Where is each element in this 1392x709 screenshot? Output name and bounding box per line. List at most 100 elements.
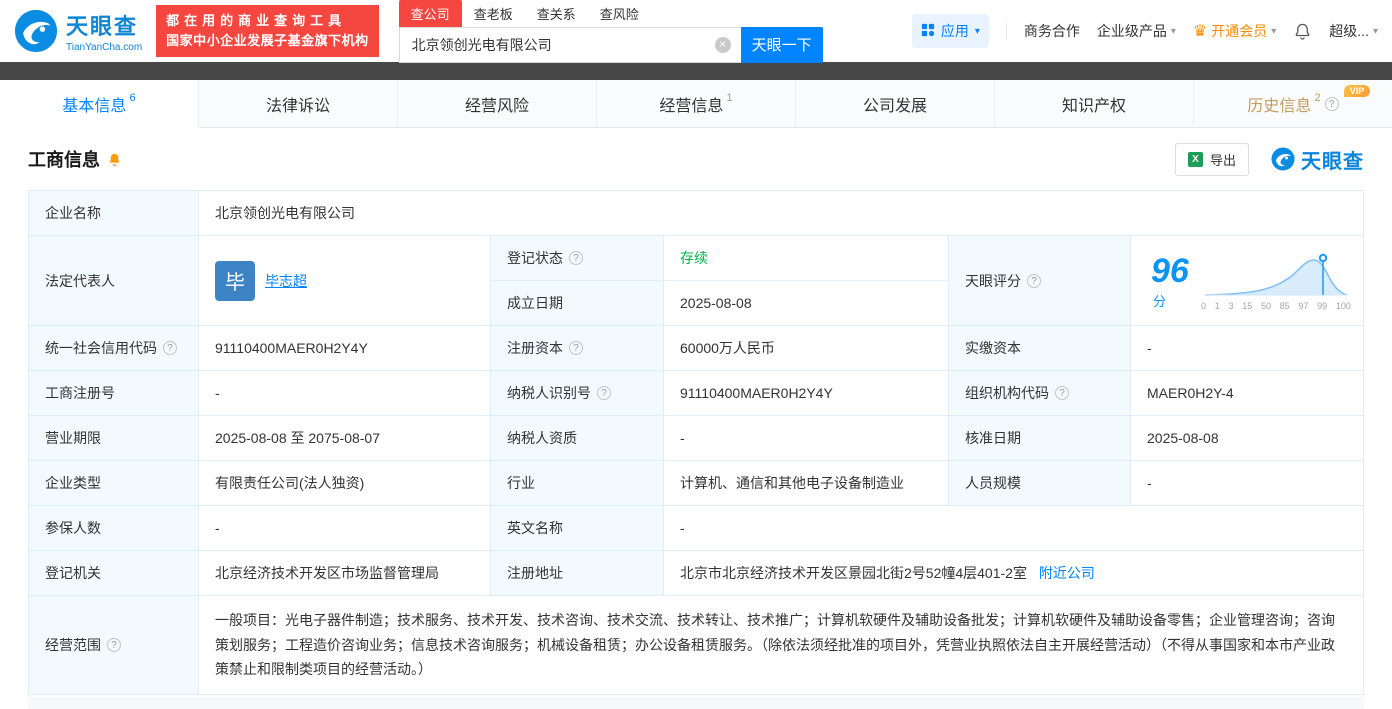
score-axis-ticks: 01 3 15 50 85 97 99 100 bbox=[1201, 300, 1351, 311]
table-row: 企业名称 北京领创光电有限公司 bbox=[28, 190, 1364, 236]
slogan-line1: 都在用的商业查询工具 bbox=[166, 12, 347, 28]
field-label: 行业 bbox=[490, 460, 664, 506]
menu-cooperation[interactable]: 商务合作 bbox=[1024, 21, 1080, 41]
field-label: 纳税人识别号 bbox=[490, 370, 664, 416]
field-label: 英文名称 bbox=[490, 505, 664, 551]
org-code-value: MAER0H2Y-4 bbox=[1130, 370, 1364, 416]
help-icon[interactable] bbox=[163, 341, 177, 355]
bell-icon bbox=[1295, 23, 1310, 40]
reg-address-value: 北京市北京经济技术开发区景园北街2号52幢4层401-2室 bbox=[680, 565, 1027, 581]
credit-code-value: 91110400MAER0H2Y4Y bbox=[198, 325, 491, 371]
section-title: 工商信息 bbox=[28, 150, 100, 170]
tab-basic-info[interactable]: 基本信息 6 bbox=[0, 80, 199, 128]
table-row: 企业类型 有限责任公司(法人独资) 行业 计算机、通信和其他电子设备制造业 人员… bbox=[28, 460, 1364, 506]
help-icon[interactable] bbox=[569, 341, 583, 355]
next-section-strip bbox=[28, 696, 1364, 709]
menu-open-vip[interactable]: 开通会员 bbox=[1193, 21, 1276, 41]
field-label: 成立日期 bbox=[490, 280, 664, 326]
field-label: 统一社会信用代码 bbox=[28, 325, 199, 371]
company-name-value: 北京领创光电有限公司 bbox=[198, 190, 1364, 236]
top-bar: 天眼查 TianYanCha.com 都在用的商业查询工具 国家中小企业发展子基… bbox=[0, 0, 1392, 63]
help-icon[interactable] bbox=[107, 637, 121, 652]
subscribe-bell-icon[interactable] bbox=[107, 152, 122, 167]
field-label: 实缴资本 bbox=[948, 325, 1131, 371]
search-input[interactable] bbox=[398, 26, 741, 63]
tab-company-development[interactable]: 公司发展 bbox=[796, 80, 995, 127]
field-label: 工商注册号 bbox=[28, 370, 199, 416]
tab-intellectual-property[interactable]: 知识产权 bbox=[995, 80, 1194, 127]
search-button[interactable]: 天眼一下 bbox=[740, 26, 823, 63]
establish-date-value: 2025-08-08 bbox=[663, 280, 949, 326]
staff-size-value: - bbox=[1130, 460, 1364, 506]
slogan-badge: 都在用的商业查询工具 国家中小企业发展子基金旗下机构 bbox=[156, 4, 379, 58]
taxpayer-no-value: 91110400MAER0H2Y4Y bbox=[663, 370, 949, 416]
field-label: 法定代表人 bbox=[28, 235, 199, 326]
apps-menu[interactable]: 应用 bbox=[911, 14, 989, 48]
apps-grid-icon bbox=[921, 23, 935, 40]
company-type-value: 有限责任公司(法人独资) bbox=[198, 460, 491, 506]
search-tab-risk[interactable]: 查风险 bbox=[588, 0, 651, 27]
tab-history-info[interactable]: VIP 历史信息 2 bbox=[1194, 80, 1392, 127]
tianyancha-logo[interactable]: 天眼查 TianYanCha.com bbox=[14, 9, 142, 53]
table-row: 登记机关 北京经济技术开发区市场监督管理局 注册地址 北京市北京经济技术开发区景… bbox=[28, 550, 1364, 596]
field-label: 注册地址 bbox=[490, 550, 664, 596]
score-cell: 96分 01 3 15 50 85 97 99 100 bbox=[1130, 235, 1364, 326]
tab-operation-info[interactable]: 经营信息 1 bbox=[597, 80, 796, 127]
chevron-down-icon bbox=[1373, 26, 1378, 37]
table-row: 统一社会信用代码 91110400MAER0H2Y4Y 注册资本 60000万人… bbox=[28, 325, 1364, 371]
section-header: 工商信息 导出 天眼查 bbox=[28, 128, 1364, 190]
excel-icon bbox=[1187, 151, 1203, 167]
avatar[interactable]: 毕 bbox=[215, 260, 255, 301]
field-label: 登记机关 bbox=[28, 550, 199, 596]
field-label: 天眼评分 bbox=[948, 235, 1131, 326]
search-tab-boss[interactable]: 查老板 bbox=[462, 0, 525, 27]
crown-icon bbox=[1193, 21, 1207, 41]
tianyancha-logo-icon bbox=[14, 9, 58, 53]
clear-input-icon[interactable] bbox=[714, 36, 731, 53]
watermark-brand: 天眼查 bbox=[1271, 145, 1364, 174]
search-tabs: 查公司 查老板 查关系 查风险 bbox=[398, 0, 823, 27]
reg-no-value: - bbox=[198, 370, 491, 416]
field-label: 营业期限 bbox=[28, 415, 199, 461]
help-icon[interactable] bbox=[1324, 96, 1339, 111]
help-icon[interactable] bbox=[597, 386, 611, 400]
export-button[interactable]: 导出 bbox=[1174, 142, 1249, 176]
score-value: 96分 bbox=[1151, 251, 1189, 309]
help-icon[interactable] bbox=[1055, 386, 1069, 400]
chevron-down-icon bbox=[1171, 26, 1176, 37]
help-icon[interactable] bbox=[1027, 273, 1041, 288]
notification-bell[interactable] bbox=[1293, 22, 1312, 41]
reg-authority-value: 北京经济技术开发区市场监督管理局 bbox=[198, 550, 491, 596]
tab-operation-risk[interactable]: 经营风险 bbox=[398, 80, 597, 127]
score-curve-icon bbox=[1204, 253, 1348, 296]
field-label: 登记状态 bbox=[490, 235, 664, 281]
field-label: 核准日期 bbox=[948, 415, 1131, 461]
vip-badge: VIP bbox=[1343, 85, 1371, 97]
field-label: 人员规模 bbox=[948, 460, 1131, 506]
tianyancha-brand-icon bbox=[1271, 147, 1295, 171]
field-label: 组织机构代码 bbox=[948, 370, 1131, 416]
business-term-value: 2025-08-08 至 2075-08-07 bbox=[198, 415, 491, 461]
tab-legal-litigation[interactable]: 法律诉讼 bbox=[199, 80, 398, 127]
business-info-table: 企业名称 北京领创光电有限公司 法定代表人 毕 毕志超 登记状态 存续 天眼评分 bbox=[28, 190, 1364, 695]
slogan-line2: 国家中小企业发展子基金旗下机构 bbox=[166, 33, 369, 48]
nearby-companies-link[interactable]: 附近公司 bbox=[1039, 565, 1095, 581]
menu-enterprise-products[interactable]: 企业级产品 bbox=[1097, 21, 1176, 41]
business-scope-value: 一般项目：光电子器件制造；技术服务、技术开发、技术咨询、技术交流、技术转让、技术… bbox=[198, 595, 1364, 695]
help-icon[interactable] bbox=[569, 251, 583, 265]
field-label: 注册资本 bbox=[490, 325, 664, 371]
chevron-down-icon bbox=[1271, 26, 1276, 37]
search-tab-relation[interactable]: 查关系 bbox=[525, 0, 588, 27]
field-label: 企业名称 bbox=[28, 190, 199, 236]
menu-super-vip[interactable]: 超级... bbox=[1329, 21, 1378, 41]
reg-address-cell: 北京市北京经济技术开发区景园北街2号52幢4层401-2室 附近公司 bbox=[663, 550, 1364, 596]
taxpayer-quality-value: - bbox=[663, 415, 949, 461]
search-tab-company[interactable]: 查公司 bbox=[398, 0, 462, 27]
english-name-value: - bbox=[663, 505, 1364, 551]
field-label: 企业类型 bbox=[28, 460, 199, 506]
tab-count: 2 bbox=[1314, 91, 1321, 104]
legal-rep-link[interactable]: 毕志超 bbox=[265, 271, 307, 291]
page-banner-strip bbox=[0, 62, 1392, 80]
tab-count: 1 bbox=[726, 91, 733, 104]
score-chart: 01 3 15 50 85 97 99 100 bbox=[1201, 251, 1351, 311]
